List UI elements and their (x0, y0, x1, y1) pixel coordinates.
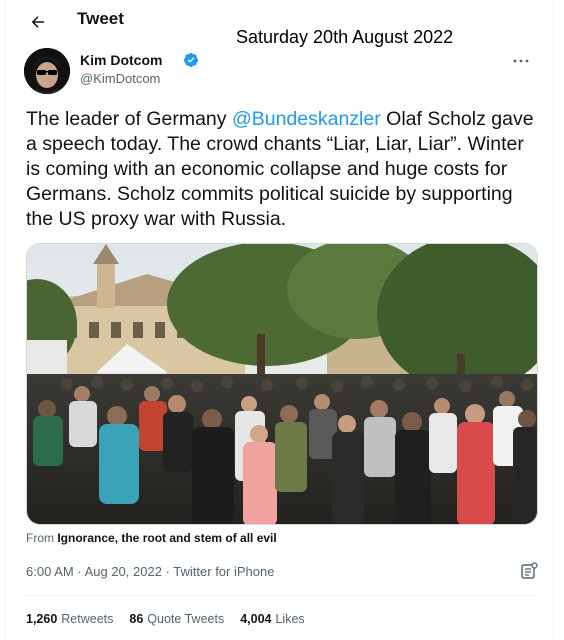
likes-count: 4,004 (240, 612, 272, 626)
quote-tweets-count: 86 (129, 612, 144, 626)
mention-link[interactable]: @Bundeskanzler (232, 108, 381, 130)
tweet-header: Tweet Saturday 20th August 2022 (0, 0, 564, 47)
crowd-photo (27, 244, 537, 524)
author-name[interactable]: Kim Dotcom (80, 52, 162, 68)
meta-separator-1: · (77, 564, 82, 579)
tweet-date[interactable]: Aug 20, 2022 (85, 564, 162, 579)
back-arrow-icon[interactable] (24, 8, 52, 36)
retweets-label: Retweets (61, 612, 114, 626)
analytics-icon[interactable] (520, 562, 538, 580)
verified-badge-icon (183, 52, 199, 68)
likes-stat[interactable]: 4,004 Likes (240, 612, 304, 626)
tweet-client[interactable]: Twitter for iPhone (173, 564, 274, 579)
retweets-count: 1,260 (26, 612, 58, 626)
tweet-time[interactable]: 6:00 AM (26, 564, 74, 579)
avatar[interactable] (24, 48, 70, 94)
retweets-stat[interactable]: 1,260 Retweets (26, 612, 113, 626)
tweet-meta: 6:00 AM · Aug 20, 2022 · Twitter for iPh… (26, 564, 274, 579)
meta-separator-2: · (165, 564, 170, 579)
quote-tweets-stat[interactable]: 86 Quote Tweets (129, 612, 224, 626)
tweet-text-before: The leader of Germany (26, 108, 232, 130)
source-attribution: From Ignorance, the root and stem of all… (26, 531, 277, 545)
source-prefix: From (26, 531, 54, 545)
author-handle[interactable]: @KimDotcom (80, 71, 160, 86)
tweet-text: The leader of Germany @Bundeskanzler Ola… (26, 107, 536, 232)
engagement-stats: 1,260 Retweets 86 Quote Tweets 4,004 Likes (26, 612, 305, 626)
likes-label: Likes (275, 612, 305, 626)
tweet-media-video[interactable] (26, 243, 538, 525)
more-icon[interactable] (510, 50, 532, 72)
divider (24, 595, 538, 596)
source-link[interactable]: Ignorance, the root and stem of all evil (57, 531, 276, 545)
quote-tweets-label: Quote Tweets (147, 612, 225, 626)
author-block: Kim Dotcom @KimDotcom (24, 44, 544, 94)
header-title: Tweet (77, 9, 124, 28)
